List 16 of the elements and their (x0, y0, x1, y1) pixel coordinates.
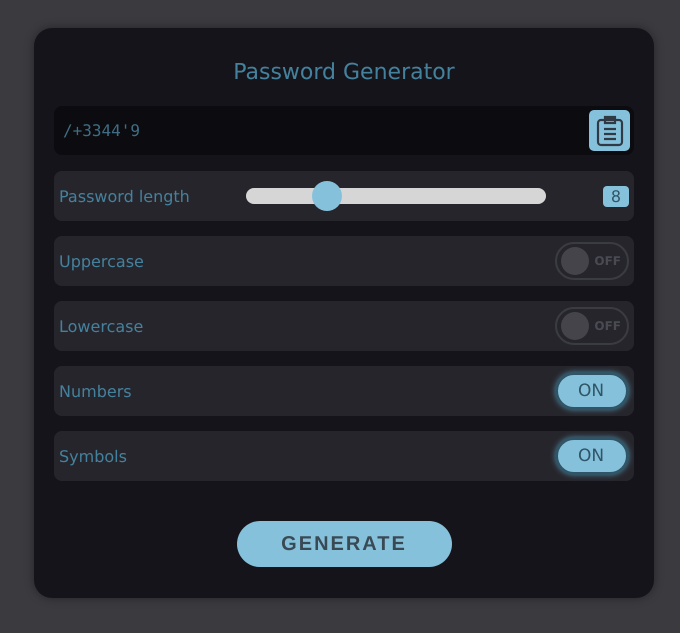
toggle-switch[interactable]: ON (555, 372, 629, 410)
option-label: Numbers (59, 382, 133, 400)
length-slider[interactable] (246, 181, 546, 211)
toggle-switch[interactable]: ON (555, 437, 629, 475)
clipboard-icon (594, 114, 624, 146)
length-label: Password length (59, 186, 191, 206)
option-label: Uppercase (59, 252, 145, 270)
password-text: /+3344'9 (63, 121, 140, 140)
length-value: 8 (602, 186, 629, 206)
option-label: Lowercase (59, 316, 144, 336)
option-label: Symbols (59, 446, 128, 466)
password-field[interactable]: /+3344'9 (54, 106, 634, 155)
app-title: Password Generator (232, 59, 456, 87)
copy-button[interactable] (589, 110, 630, 151)
generate-button[interactable]: GENERATE (236, 521, 452, 567)
slider-thumb[interactable] (312, 181, 342, 211)
